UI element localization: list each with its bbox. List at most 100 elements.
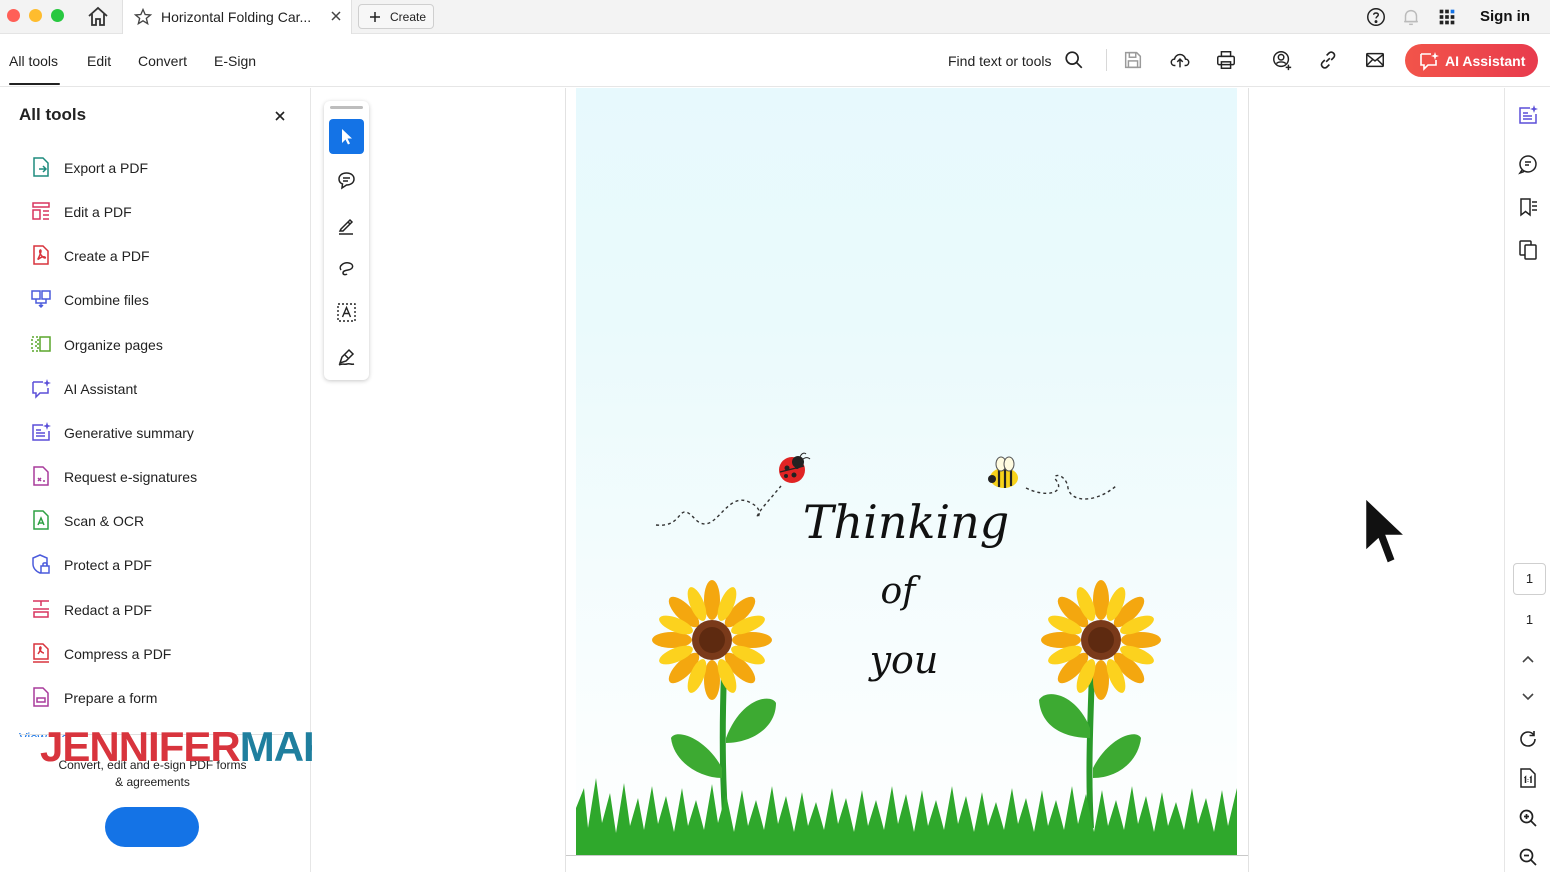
create-button[interactable]: Create (358, 4, 434, 29)
email-icon[interactable] (1364, 49, 1386, 71)
window-close-button[interactable] (7, 9, 20, 22)
apps-grid-icon[interactable] (1436, 6, 1458, 28)
menu-e-sign[interactable]: E-Sign (214, 53, 256, 69)
notifications-bell-icon[interactable] (1400, 6, 1422, 28)
chevron-up-icon[interactable] (1517, 648, 1539, 670)
save-icon[interactable] (1122, 49, 1144, 71)
tool-label: AI Assistant (64, 381, 138, 397)
current-page-input[interactable]: 1 (1513, 563, 1546, 595)
promo-button[interactable] (105, 807, 199, 847)
card-text-line-2: of (881, 571, 922, 612)
tool-redact-pdf[interactable]: Redact a PDF (20, 594, 290, 624)
tool-compress-pdf[interactable]: Compress a PDF (20, 638, 290, 668)
tool-ai-assistant[interactable]: AI Assistant (20, 373, 290, 403)
share-user-icon[interactable] (1271, 49, 1293, 71)
ai-assistant-icon (32, 379, 51, 399)
generative-summary-icon (32, 422, 51, 441)
menu-bar: All tools Edit Convert E-Sign Find text … (0, 35, 1550, 87)
zoom-in-icon[interactable] (1517, 807, 1539, 829)
star-icon[interactable] (133, 7, 153, 27)
sign-in-link[interactable]: Sign in (1480, 8, 1530, 25)
request-esignatures-icon (33, 466, 49, 486)
combine-files-icon (31, 290, 51, 309)
zoom-out-icon[interactable] (1517, 846, 1539, 868)
prepare-form-icon (33, 687, 49, 707)
signature-pen-icon (338, 348, 355, 366)
create-pdf-icon (33, 245, 49, 265)
right-rail: 1 1 (1504, 88, 1550, 872)
help-icon[interactable] (1365, 6, 1387, 28)
rotate-page-icon[interactable] (1517, 728, 1539, 750)
find-text-or-tools[interactable]: Find text or tools (948, 53, 1052, 69)
close-tab-icon[interactable] (329, 9, 343, 23)
text-tool-button[interactable] (329, 295, 364, 330)
tool-prepare-form[interactable]: Prepare a form (20, 682, 290, 712)
grass (576, 778, 1237, 856)
select-tool-button[interactable] (329, 119, 364, 154)
comments-panel-icon[interactable] (1517, 153, 1539, 175)
tool-request-esignatures[interactable]: Request e-signatures (20, 461, 290, 491)
tool-label: Export a PDF (64, 160, 149, 176)
tool-label: Create a PDF (64, 248, 150, 264)
tool-label: Request e-signatures (64, 469, 198, 485)
compress-pdf-icon (33, 643, 49, 663)
cursor-arrow-icon (342, 129, 352, 145)
tool-label: Combine files (64, 292, 149, 308)
print-icon[interactable] (1215, 49, 1237, 71)
close-sidebar-icon[interactable] (272, 108, 288, 124)
window-minimize-button[interactable] (29, 9, 42, 22)
chevron-down-icon[interactable] (1517, 685, 1539, 707)
highlight-tool-button[interactable] (329, 207, 364, 242)
tool-protect-pdf[interactable]: Protect a PDF (20, 549, 290, 579)
search-icon[interactable] (1063, 49, 1085, 71)
menu-convert[interactable]: Convert (138, 53, 187, 69)
ladybug-flight-path (655, 485, 782, 526)
toolbar-divider (1106, 49, 1107, 71)
menu-edit[interactable]: Edit (87, 53, 111, 69)
page-thumbnails-icon[interactable] (1517, 239, 1539, 261)
comment-tool-button[interactable] (329, 163, 364, 198)
link-icon[interactable] (1317, 49, 1339, 71)
upload-cloud-icon[interactable] (1169, 49, 1191, 71)
ai-generative-summary-icon[interactable] (1517, 104, 1539, 126)
sign-tool-button[interactable] (329, 339, 364, 374)
window-zoom-button[interactable] (51, 9, 64, 22)
bookmarks-icon[interactable] (1517, 196, 1539, 218)
draw-tool-button[interactable] (329, 251, 364, 286)
total-pages: 1 (1525, 612, 1534, 627)
tool-label: Generative summary (64, 425, 194, 441)
toolbar-drag-handle[interactable] (330, 106, 363, 109)
export-pdf-icon (33, 157, 49, 177)
title-bar: Horizontal Folding Car... Create Sign in (0, 0, 1550, 34)
create-label: Create (390, 10, 427, 24)
tool-label: Organize pages (64, 337, 163, 353)
organize-pages-icon (31, 336, 51, 352)
active-menu-indicator (9, 83, 60, 85)
tool-combine-files[interactable]: Combine files (20, 284, 290, 314)
tool-export-pdf[interactable]: Export a PDF (20, 152, 290, 182)
document-tab[interactable]: Horizontal Folding Car... (122, 0, 352, 34)
bee (988, 456, 1018, 488)
sunflower-right (1039, 580, 1161, 829)
tool-scan-ocr[interactable]: Scan & OCR (20, 505, 290, 535)
page-edge-left (565, 88, 566, 872)
highlighter-pen-icon (338, 218, 354, 235)
protect-pdf-icon (32, 554, 50, 574)
tool-create-pdf[interactable]: Create a PDF (20, 240, 290, 270)
home-icon[interactable] (86, 5, 110, 29)
tool-label: Prepare a form (64, 690, 158, 706)
page-edge-right (1248, 88, 1249, 872)
menu-all-tools[interactable]: All tools (9, 53, 58, 69)
tool-organize-pages[interactable]: Organize pages (20, 329, 290, 359)
bee-flight-path (1025, 474, 1117, 500)
freehand-lasso-icon (339, 262, 354, 276)
actual-size-icon[interactable] (1517, 767, 1539, 789)
tool-label: Scan & OCR (64, 513, 145, 529)
comment-icon (338, 172, 355, 190)
promo-line-2: & agreements (115, 775, 190, 789)
tool-generative-summary[interactable]: Generative summary (20, 417, 290, 447)
ai-assistant-button[interactable]: AI Assistant (1405, 44, 1538, 77)
tab-title: Horizontal Folding Car... (161, 9, 312, 25)
pdf-page[interactable]: Thinking of you (576, 88, 1237, 856)
tool-edit-pdf[interactable]: Edit a PDF (20, 196, 290, 226)
